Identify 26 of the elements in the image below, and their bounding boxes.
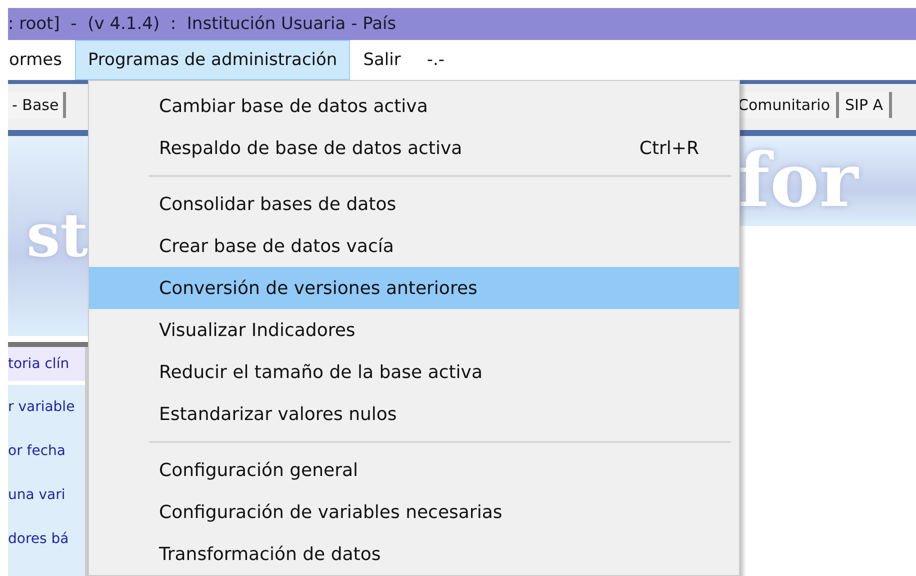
menu-item[interactable]: Salir — [350, 40, 414, 80]
nav-link[interactable]: una vari — [8, 473, 85, 517]
menu-option[interactable]: Consolidar bases de datos — [89, 183, 739, 225]
nav-link[interactable]: toria clín — [8, 347, 85, 385]
menu-option[interactable]: Crear base de datos vacía — [89, 225, 739, 267]
menu-option[interactable]: Visualizar Indicadores — [89, 309, 739, 351]
window-title: : root] - (v 4.1.4) : Institución Usuaria - País — [8, 14, 396, 34]
tab[interactable]: SIP A — [839, 92, 892, 118]
menu-option[interactable]: Conversión de versiones anteriores — [89, 267, 739, 309]
menu-item[interactable]: Programas de administración — [74, 40, 350, 80]
menu-option[interactable]: Cambiar base de datos activa — [89, 85, 739, 127]
menu-option[interactable]: Respaldo de base de datos activa Ctrl+R — [89, 127, 739, 169]
menu-item[interactable]: -.- — [414, 40, 458, 80]
tab[interactable]: - Base — [8, 92, 66, 118]
nav-link[interactable]: dores bá — [8, 517, 85, 561]
nav-link[interactable]: or fecha — [8, 429, 85, 473]
menu-option[interactable]: Configuración general — [89, 449, 739, 491]
tab[interactable]: Comunitario — [738, 92, 840, 118]
menu-option[interactable]: Reducir el tamaño de la base activa — [89, 351, 739, 393]
banner-text: st — [26, 201, 88, 271]
banner-text: for — [738, 138, 858, 224]
menu-option[interactable]: Transformación de datos — [89, 533, 739, 575]
menu-option[interactable]: Estandarizar valores nulos — [89, 393, 739, 435]
menu-item[interactable]: ormes — [8, 40, 75, 80]
menu-option[interactable]: Configuración de variables necesarias — [89, 491, 739, 533]
nav-link[interactable]: r variable — [8, 385, 85, 429]
